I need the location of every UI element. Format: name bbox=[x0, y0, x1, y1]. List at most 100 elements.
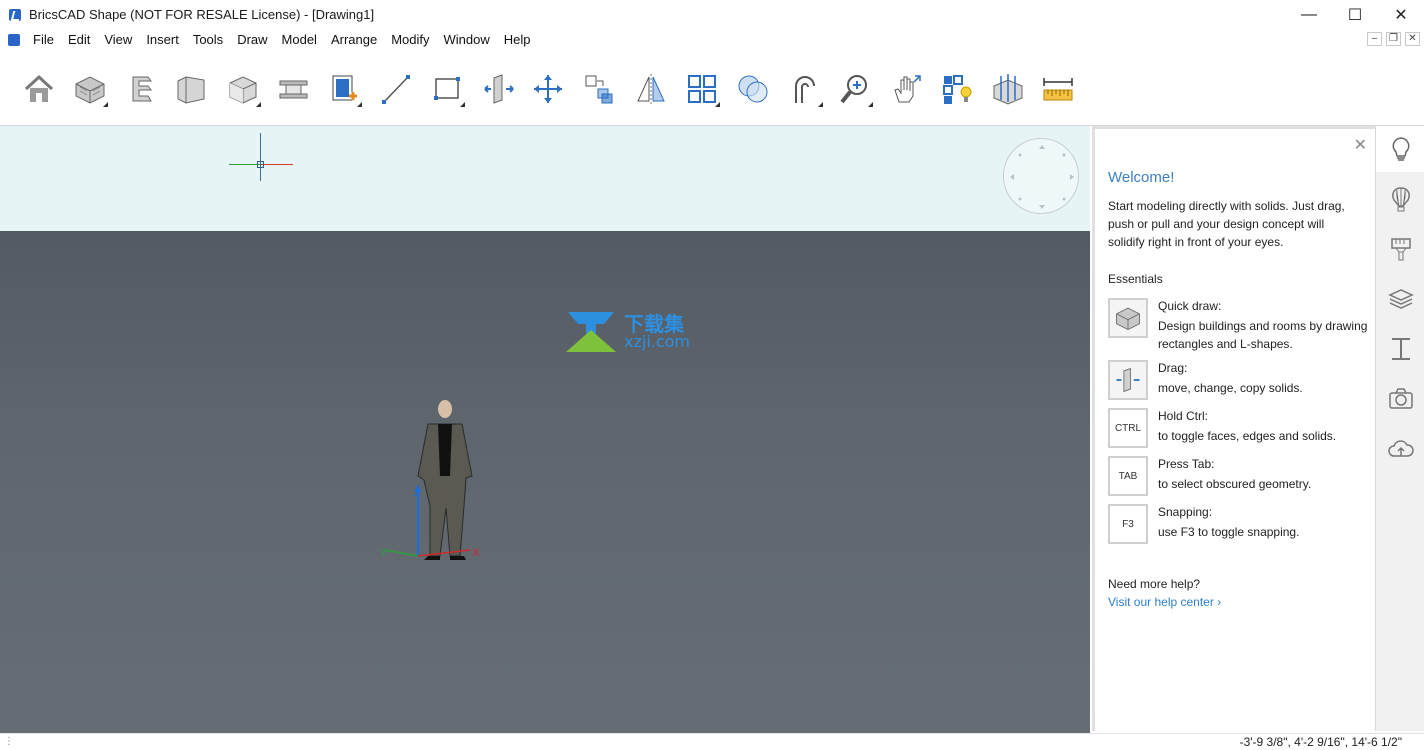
copy-button[interactable] bbox=[580, 70, 618, 108]
f3-key-icon: F3 bbox=[1108, 504, 1148, 544]
title-bar: BricsCAD Shape (NOT FOR RESALE License) … bbox=[0, 0, 1424, 29]
navigation-wheel[interactable] bbox=[1003, 138, 1079, 214]
insert-window-button[interactable] bbox=[325, 70, 363, 108]
push-pull-button[interactable] bbox=[480, 70, 518, 108]
axis-x-label: X bbox=[472, 547, 480, 559]
menu-help[interactable]: Help bbox=[497, 29, 538, 50]
window-controls: — ☐ ✕ bbox=[1286, 0, 1424, 29]
strip-welcome-tab[interactable] bbox=[1376, 126, 1424, 172]
quick-draw-button[interactable] bbox=[71, 70, 109, 108]
home-button[interactable] bbox=[20, 70, 58, 108]
strip-paint-tab[interactable] bbox=[1376, 226, 1424, 272]
coordinate-readout: -3'-9 3/8", 4'-2 9/16", 14'-6 1/2" bbox=[1239, 735, 1402, 749]
close-button[interactable]: ✕ bbox=[1378, 0, 1424, 29]
essential-quick-draw: Quick draw: Design buildings and rooms b… bbox=[1108, 298, 1368, 351]
cursor-crosshair-left bbox=[229, 164, 260, 165]
essential-hold-ctrl: CTRL Hold Ctrl: to toggle faces, edges a… bbox=[1108, 408, 1368, 450]
dropdown-corner bbox=[818, 102, 823, 107]
polysolid-icon bbox=[132, 76, 152, 102]
strip-cloud-tab[interactable] bbox=[1376, 426, 1424, 472]
menu-view[interactable]: View bbox=[97, 29, 139, 50]
rectangle-icon bbox=[434, 77, 460, 100]
zoom-button[interactable] bbox=[836, 70, 874, 108]
move-icon bbox=[534, 75, 562, 103]
properties-icon bbox=[943, 75, 972, 104]
menu-file[interactable]: File bbox=[26, 29, 61, 50]
cursor-crosshair-right bbox=[261, 164, 293, 165]
pan-icon bbox=[894, 75, 921, 103]
axis-z-label: Z bbox=[414, 488, 420, 499]
brush-icon bbox=[1390, 238, 1411, 261]
dropdown-corner bbox=[103, 102, 108, 107]
copy-icon bbox=[585, 75, 613, 104]
measure-icon bbox=[1043, 78, 1073, 101]
section-icon bbox=[993, 74, 1023, 105]
menu-tools[interactable]: Tools bbox=[186, 29, 230, 50]
essential-desc: Design buildings and rooms by drawing re… bbox=[1158, 319, 1368, 351]
measure-button[interactable] bbox=[1039, 70, 1077, 108]
panel-icon-strip bbox=[1375, 126, 1424, 731]
mirror-button[interactable] bbox=[632, 70, 670, 108]
drag-icon bbox=[1108, 360, 1148, 400]
quick-draw-icon bbox=[75, 76, 105, 104]
minimize-button[interactable]: — bbox=[1286, 0, 1332, 29]
strip-layers-tab[interactable] bbox=[1376, 276, 1424, 322]
line-button[interactable] bbox=[377, 70, 415, 108]
lightbulb-icon bbox=[1392, 137, 1409, 161]
essential-title: Press Tab: bbox=[1158, 457, 1215, 471]
scale-figure-person: X Y Z bbox=[380, 400, 480, 560]
move-button[interactable] bbox=[529, 70, 567, 108]
menu-draw[interactable]: Draw bbox=[230, 29, 274, 50]
slab-button[interactable] bbox=[172, 70, 210, 108]
section-button[interactable] bbox=[989, 70, 1027, 108]
fillet-button[interactable] bbox=[786, 70, 824, 108]
menu-model[interactable]: Model bbox=[275, 29, 324, 50]
dropdown-corner bbox=[256, 102, 261, 107]
panel-close-icon[interactable]: ✕ bbox=[1354, 135, 1367, 155]
doc-minimize-button[interactable]: – bbox=[1367, 32, 1382, 46]
pan-button[interactable] bbox=[887, 70, 925, 108]
array-icon bbox=[688, 75, 716, 103]
help-center-link[interactable]: Visit our help center › bbox=[1108, 595, 1221, 609]
box-icon bbox=[229, 76, 257, 104]
help-heading: Need more help? bbox=[1108, 577, 1201, 591]
doc-restore-button[interactable]: ❐ bbox=[1386, 32, 1401, 46]
essential-desc: move, change, copy solids. bbox=[1158, 381, 1303, 395]
ctrl-key-icon: CTRL bbox=[1108, 408, 1148, 448]
welcome-panel: ✕ Welcome! Start modeling directly with … bbox=[1092, 126, 1375, 731]
maximize-button[interactable]: ☐ bbox=[1332, 0, 1378, 29]
status-grip-icon[interactable]: ⋮ bbox=[4, 736, 14, 747]
menu-insert[interactable]: Insert bbox=[139, 29, 186, 50]
watermark-logo: 下载集 xzji.com bbox=[566, 310, 706, 354]
box-button[interactable] bbox=[224, 70, 262, 108]
array-button[interactable] bbox=[683, 70, 721, 108]
line-icon bbox=[382, 75, 410, 104]
quick-draw-icon bbox=[1108, 298, 1148, 338]
essential-title: Drag: bbox=[1158, 361, 1188, 375]
dropdown-corner bbox=[460, 102, 465, 107]
camera-icon bbox=[1388, 388, 1413, 409]
menu-edit[interactable]: Edit bbox=[61, 29, 97, 50]
strip-render-tab[interactable] bbox=[1376, 376, 1424, 422]
watermark-text-url: xzji.com bbox=[624, 332, 691, 351]
properties-button[interactable] bbox=[938, 70, 976, 108]
doc-close-button[interactable]: ✕ bbox=[1405, 32, 1420, 46]
essential-drag: Drag: move, change, copy solids. bbox=[1108, 360, 1368, 402]
menu-window[interactable]: Window bbox=[437, 29, 497, 50]
status-bar: ⋮ -3'-9 3/8", 4'-2 9/16", 14'-6 1/2" bbox=[0, 733, 1424, 750]
document-icon[interactable] bbox=[8, 33, 20, 46]
drawing-viewport[interactable]: 下载集 xzji.com X Y Z bbox=[0, 126, 1090, 733]
strip-materials-tab[interactable] bbox=[1376, 176, 1424, 222]
essential-title: Snapping: bbox=[1158, 505, 1213, 519]
rectangle-button[interactable] bbox=[428, 70, 466, 108]
slab-icon bbox=[177, 76, 205, 104]
beam-icon bbox=[279, 80, 308, 99]
menu-bar: File Edit View Insert Tools Draw Model A… bbox=[0, 29, 1424, 50]
polysolid-button[interactable] bbox=[122, 70, 160, 108]
boolean-button[interactable] bbox=[734, 70, 772, 108]
bricscad-app-icon[interactable] bbox=[9, 8, 21, 21]
beam-button[interactable] bbox=[274, 70, 312, 108]
strip-profiles-tab[interactable] bbox=[1376, 326, 1424, 372]
menu-arrange[interactable]: Arrange bbox=[324, 29, 384, 50]
menu-modify[interactable]: Modify bbox=[384, 29, 436, 50]
